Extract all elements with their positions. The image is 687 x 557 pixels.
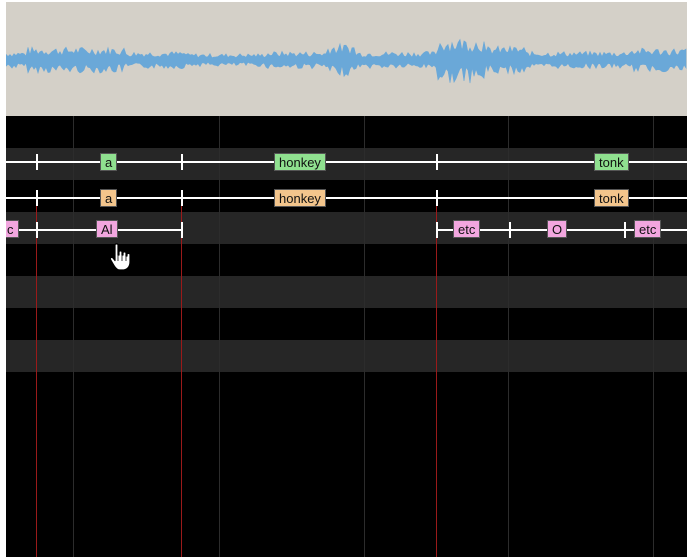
segment-boundary[interactable]	[624, 222, 626, 238]
boundary-marker[interactable]	[36, 202, 37, 557]
left-border	[0, 0, 6, 557]
waveform-graph	[6, 38, 687, 84]
boundary-marker[interactable]	[181, 202, 182, 557]
annotation-label[interactable]: honkey	[274, 189, 326, 207]
annotation-label[interactable]: tonk	[594, 153, 629, 171]
grid-line	[653, 116, 654, 557]
grid-line	[364, 116, 365, 557]
grid-line	[219, 116, 220, 557]
annotation-label[interactable]: tonk	[594, 189, 629, 207]
segment-boundary[interactable]	[181, 222, 183, 238]
waveform-overview[interactable]	[6, 0, 687, 116]
segment-boundary[interactable]	[36, 222, 38, 238]
annotation-label[interactable]: a	[100, 189, 118, 207]
segment-boundary[interactable]	[36, 190, 38, 206]
track-row-band	[6, 340, 687, 372]
grid-line	[508, 116, 509, 557]
hand-pointer-icon	[109, 243, 131, 271]
track-row-band	[6, 276, 687, 308]
annotation-label[interactable]: Al	[96, 220, 118, 238]
annotation-label[interactable]: honkey	[274, 153, 326, 171]
annotation-label[interactable]: etc	[634, 220, 662, 238]
waveform-signal	[6, 38, 687, 84]
segment-boundary[interactable]	[436, 222, 438, 238]
grid-line	[73, 116, 74, 557]
segment-boundary[interactable]	[436, 190, 438, 206]
annotation-label[interactable]: etc	[453, 220, 481, 238]
segment-boundary[interactable]	[181, 190, 183, 206]
annotation-label[interactable]: a	[100, 153, 118, 171]
segment-boundary[interactable]	[509, 222, 511, 238]
segment-boundary[interactable]	[436, 154, 438, 170]
tier-line	[6, 229, 182, 231]
annotation-label[interactable]: c	[6, 220, 19, 238]
segment-boundary[interactable]	[36, 154, 38, 170]
segment-boundary[interactable]	[181, 154, 183, 170]
boundary-marker[interactable]	[436, 202, 437, 557]
annotation-label[interactable]: O	[547, 220, 568, 238]
annotation-editor: a honkey tonk a honkey tonk c Al etc O e…	[0, 0, 687, 557]
annotation-timeline[interactable]: a honkey tonk a honkey tonk c Al etc O e…	[6, 116, 687, 557]
